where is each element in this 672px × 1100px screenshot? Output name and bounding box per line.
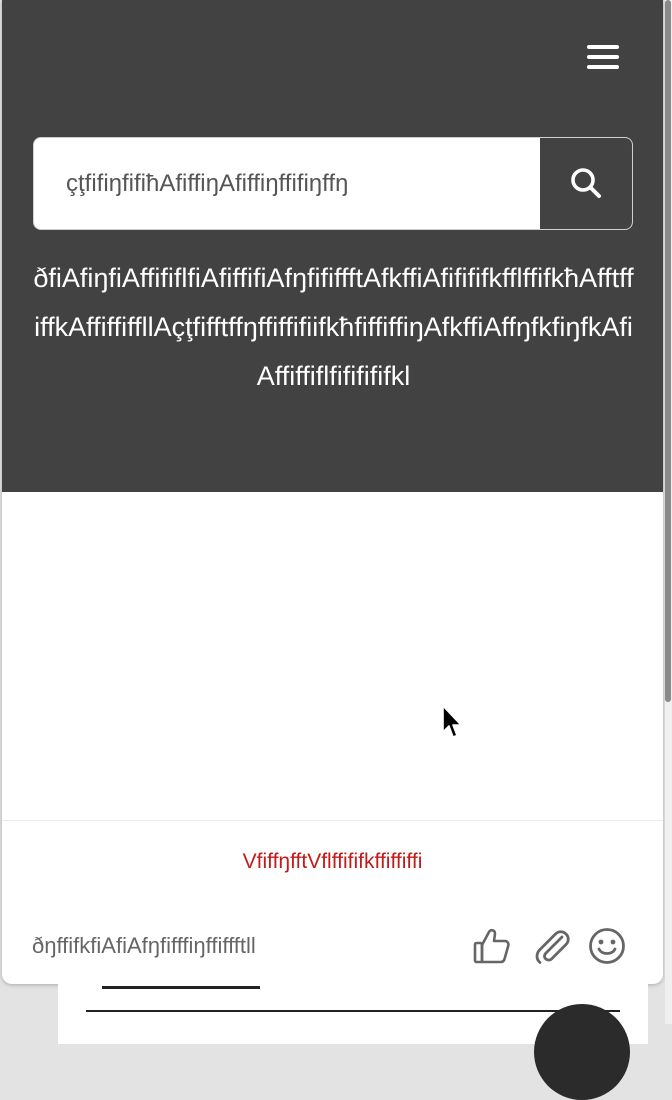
search-box <box>33 137 633 230</box>
search-input[interactable] <box>34 138 542 229</box>
background-chat-launcher[interactable] <box>534 1004 630 1100</box>
like-button[interactable] <box>472 926 512 966</box>
background-page-rule <box>86 1010 620 1012</box>
hamburger-menu-icon <box>587 45 619 49</box>
paperclip-icon <box>535 930 570 964</box>
hamburger-menu-icon-bar <box>587 65 619 69</box>
background-page-rule <box>102 986 260 989</box>
emoji-button[interactable] <box>587 926 627 966</box>
smiley-icon <box>589 928 625 964</box>
chat-widget: ðfiAfiŋfiAffififlfiAfiffifiAfŋfififfftAf… <box>2 0 663 984</box>
thumbs-up-icon <box>473 928 510 964</box>
message-input[interactable] <box>32 926 462 966</box>
search-icon <box>571 168 601 198</box>
intro-text: ðfiAfiŋfiAffififlfiAfiffifiAfŋfififfftAf… <box>33 263 634 391</box>
hamburger-menu-icon-bar <box>587 55 619 59</box>
menu-button[interactable] <box>580 38 626 76</box>
footer-divider <box>2 820 663 821</box>
scrollbar-thumb[interactable] <box>665 0 671 702</box>
mouse-cursor-icon <box>442 705 462 738</box>
search-button[interactable] <box>540 138 632 229</box>
footer-link[interactable]: VfiffŋfftVflffififkffiffiffi <box>2 850 663 874</box>
conversation-area <box>2 492 663 820</box>
attach-button[interactable] <box>532 926 572 966</box>
widget-header: ðfiAfiŋfiAffififlfiAfiffifiAfŋfififfftAf… <box>2 0 663 492</box>
